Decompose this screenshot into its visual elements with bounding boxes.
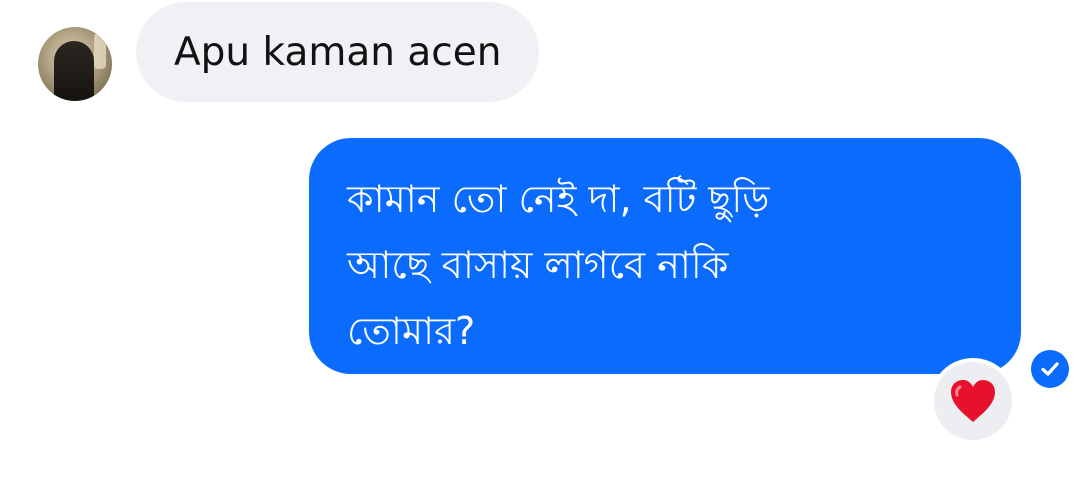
chat-thread: Apu kaman acen কামান তো নেই দা, বটি ছুড়…	[0, 0, 1080, 484]
sent-status	[1031, 350, 1069, 388]
avatar-figure	[54, 41, 94, 101]
check-circle-icon	[1041, 362, 1059, 376]
contact-avatar[interactable]	[38, 27, 112, 101]
message-reaction[interactable]	[930, 358, 1016, 444]
avatar-background-light	[94, 33, 106, 69]
outgoing-message-line: আছে বাসায় লাগবে নাকি	[347, 243, 729, 287]
incoming-message-text: Apu kaman acen	[174, 29, 502, 75]
outgoing-message-bubble[interactable]: কামান তো নেই দা, বটি ছুড়ি আছে বাসায় লা…	[309, 138, 1021, 374]
outgoing-message-line: তোমার?	[347, 309, 476, 353]
incoming-message-bubble[interactable]: Apu kaman acen	[136, 2, 540, 102]
heart-icon	[951, 380, 995, 422]
outgoing-message-line: কামান তো নেই দা, বটি ছুড়ি	[347, 177, 770, 221]
